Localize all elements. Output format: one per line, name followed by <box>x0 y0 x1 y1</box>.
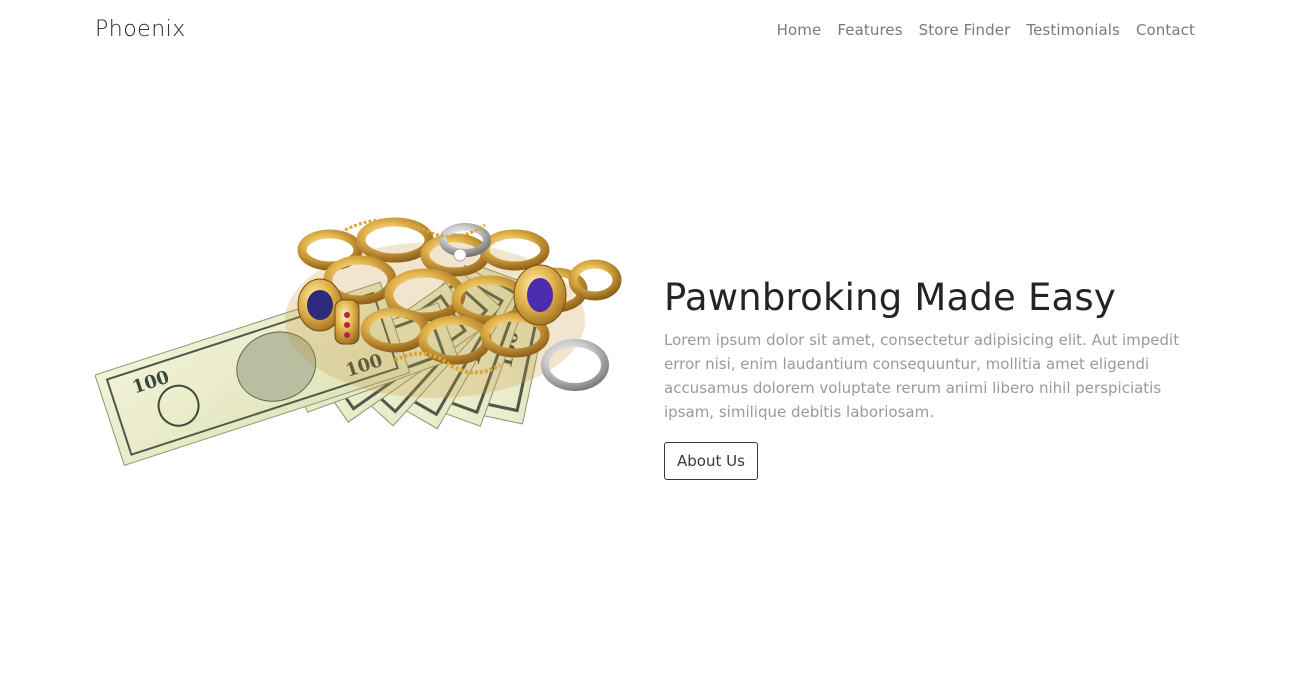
nav-item-store-finder: Store Finder <box>919 19 1011 41</box>
brand-logo[interactable]: Phoenix <box>95 15 186 45</box>
nav-menu: Home Features Store Finder Testimonials … <box>777 19 1195 41</box>
nav-link-features[interactable]: Features <box>837 21 902 39</box>
about-us-button[interactable]: About Us <box>664 442 758 480</box>
nav-item-testimonials: Testimonials <box>1026 19 1120 41</box>
hero-image: 100 100 100 100 <box>94 210 640 545</box>
page: Phoenix Home Features Store Finder Testi… <box>0 0 1299 676</box>
jewelry-money-illustration: 100 100 100 100 <box>94 217 622 466</box>
nav-link-home[interactable]: Home <box>777 21 822 39</box>
hero-content: Pawnbroking Made Easy Lorem ipsum dolor … <box>664 272 1209 480</box>
nav-item-contact: Contact <box>1136 19 1195 41</box>
nav-link-store-finder[interactable]: Store Finder <box>919 21 1011 39</box>
navbar: Phoenix Home Features Store Finder Testi… <box>0 0 1299 60</box>
jewelry-pile <box>285 217 622 398</box>
hero-title: Pawnbroking Made Easy <box>664 276 1116 319</box>
nav-link-testimonials[interactable]: Testimonials <box>1026 21 1120 39</box>
hero-lead: Lorem ipsum dolor sit amet, consectetur … <box>664 331 1180 421</box>
nav-item-features: Features <box>837 19 902 41</box>
nav-item-home: Home <box>777 19 822 41</box>
nav-link-contact[interactable]: Contact <box>1136 21 1195 39</box>
